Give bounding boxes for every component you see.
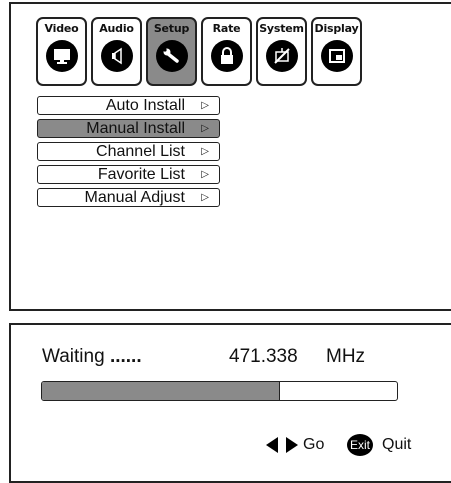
wrench-icon [155,40,188,72]
menu-tabs: Video Audio Setup Rate System Display [36,17,362,86]
quit-label: Quit [382,436,412,453]
tab-label: Rate [212,22,241,35]
tab-video[interactable]: Video [36,17,87,86]
status-label: Waiting [42,346,105,367]
menu-item-manual-adjust[interactable]: Manual Adjust ▷ [37,188,220,207]
menu-item-label: Manual Install [86,120,185,137]
left-right-arrows-icon [265,436,299,459]
menu-item-favorite-list[interactable]: Favorite List ▷ [37,165,220,184]
menu-item-label: Channel List [96,143,185,160]
menu-item-label: Manual Adjust [84,189,185,206]
menu-item-manual-install[interactable]: Manual Install ▷ [37,119,220,138]
menu-item-label: Favorite List [97,166,185,183]
tab-display[interactable]: Display [311,17,362,86]
tab-rate[interactable]: Rate [201,17,252,86]
menu-item-auto-install[interactable]: Auto Install ▷ [37,96,220,115]
tab-audio[interactable]: Audio [91,17,142,86]
progress-fill [42,382,280,400]
tab-label: Audio [99,22,134,35]
chevron-right-icon: ▷ [201,192,209,203]
exit-button-icon: Exit [347,434,373,456]
menu-item-label: Auto Install [105,97,185,114]
frequency-unit: MHz [326,346,366,367]
speaker-icon [100,40,133,72]
tab-label: System [259,22,304,35]
chevron-right-icon: ▷ [201,100,209,111]
chevron-right-icon: ▷ [201,123,209,134]
status-text: Waiting ...... [42,346,142,368]
chevron-right-icon: ▷ [201,146,209,157]
tab-label: Video [44,22,79,35]
go-label: Go [303,436,325,453]
lock-icon [210,40,243,72]
no-antenna-icon [265,40,298,72]
setup-menu-list: Auto Install ▷ Manual Install ▷ Channel … [37,96,220,207]
tab-system[interactable]: System [256,17,307,86]
frequency-value: 471.338 [229,346,298,367]
tab-label: Setup [153,22,190,35]
status-dots: ...... [109,346,142,367]
progress-bar [41,381,398,401]
chevron-right-icon: ▷ [201,169,209,180]
tab-setup[interactable]: Setup [146,17,197,86]
monitor-icon [45,40,78,72]
screen-icon [320,40,353,72]
menu-item-channel-list[interactable]: Channel List ▷ [37,142,220,161]
tab-label: Display [314,22,359,35]
